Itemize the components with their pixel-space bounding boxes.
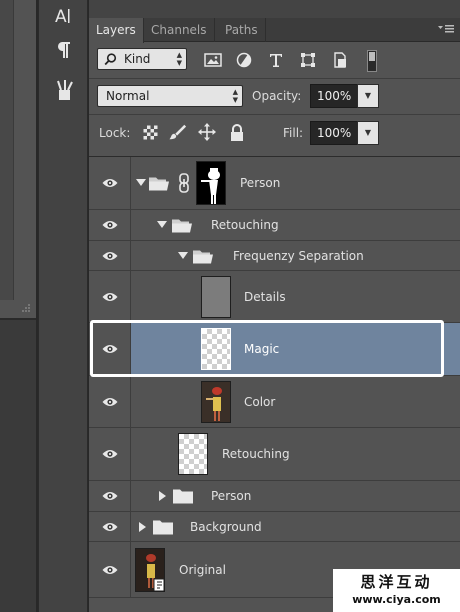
visibility-eye-icon[interactable] xyxy=(89,542,131,597)
lock-row: Lock: Fill: 100% ▼ xyxy=(89,118,460,150)
panel-dock-icons: A xyxy=(38,0,88,612)
visibility-eye-icon[interactable] xyxy=(89,271,131,322)
visibility-eye-icon[interactable] xyxy=(89,428,131,480)
visibility-eye-icon[interactable] xyxy=(89,210,131,240)
select-arrows-icon: ▲ ▼ xyxy=(176,51,182,67)
layer-name: Retouching xyxy=(222,447,290,461)
folder-closed-icon xyxy=(173,489,193,504)
layer-name: Person xyxy=(240,176,281,190)
visibility-eye-icon[interactable] xyxy=(89,323,131,375)
filter-kind-select[interactable]: Kind ▲ ▼ xyxy=(97,48,187,70)
panel-scrollbar-track[interactable] xyxy=(0,0,14,300)
opacity-input[interactable]: 100% xyxy=(310,84,358,108)
visibility-eye-icon[interactable] xyxy=(89,481,131,511)
visibility-eye-icon[interactable] xyxy=(89,157,131,209)
layer-name: Original xyxy=(179,562,226,577)
expand-arrow-right-icon[interactable] xyxy=(138,521,148,532)
layer-row-retouching-group[interactable]: Retouching xyxy=(89,210,460,241)
watermark: 思洋互动 www.ciya.com xyxy=(333,569,460,612)
opacity-dropdown-button[interactable]: ▼ xyxy=(357,84,379,108)
opacity-label: Opacity: xyxy=(252,89,302,103)
layer-row-color[interactable]: Color xyxy=(89,376,460,428)
shape-layer-filter-icon[interactable] xyxy=(298,51,318,69)
expand-arrow-down-icon[interactable] xyxy=(178,251,188,261)
expand-arrow-right-icon[interactable] xyxy=(158,491,168,501)
blend-mode-select[interactable]: Normal ▲ ▼ xyxy=(97,85,243,107)
layer-row-person-subgroup[interactable]: Person xyxy=(89,481,460,512)
panel-tab-bar: Layers Channels Paths xyxy=(89,0,460,43)
layer-mask-thumbnail xyxy=(196,161,226,205)
layer-name: Person xyxy=(211,489,252,503)
search-icon xyxy=(104,53,117,66)
tab-layers[interactable]: Layers xyxy=(89,18,144,43)
layer-name: Retouching xyxy=(211,218,279,232)
layer-row-magic-selected[interactable]: Magic xyxy=(89,323,460,376)
fill-dropdown-button[interactable]: ▼ xyxy=(357,121,379,145)
layer-thumbnail xyxy=(201,328,231,370)
workspace-lower-area xyxy=(0,318,36,612)
filter-kind-label: Kind xyxy=(124,52,151,66)
layer-row-frequency-separation-group[interactable]: Frequenzy Separation xyxy=(89,241,460,271)
layer-row-person-group[interactable]: Person xyxy=(89,157,460,210)
blend-row: Normal ▲ ▼ Opacity: 100% ▼ xyxy=(89,82,460,112)
folder-open-icon xyxy=(172,219,192,233)
lock-label: Lock: xyxy=(99,126,131,140)
layer-name: Background xyxy=(190,519,262,534)
visibility-eye-icon[interactable] xyxy=(89,376,131,427)
smart-object-filter-icon[interactable] xyxy=(330,51,350,69)
visibility-eye-icon[interactable] xyxy=(89,512,131,541)
layer-thumbnail xyxy=(178,433,208,475)
folder-open-icon xyxy=(149,177,169,191)
paragraph-panel-icon[interactable] xyxy=(49,36,79,64)
layer-thumbnail xyxy=(201,380,231,423)
layer-row-background-group[interactable]: Background xyxy=(89,512,460,542)
lock-transparent-pixels-icon[interactable] xyxy=(141,123,159,141)
mask-link-icon[interactable] xyxy=(178,173,190,193)
tab-paths[interactable]: Paths xyxy=(218,18,266,42)
select-arrows-icon: ▲ ▼ xyxy=(232,88,238,104)
workspace-edge xyxy=(0,0,36,612)
svg-text:A: A xyxy=(55,7,67,27)
expand-arrow-down-icon[interactable] xyxy=(157,220,167,230)
resize-grip-icon[interactable] xyxy=(20,302,32,314)
adjustment-layer-filter-icon[interactable] xyxy=(234,51,254,69)
layer-name: Color xyxy=(244,394,276,409)
lock-image-pixels-icon[interactable] xyxy=(169,123,187,141)
layers-list: Person Retouching Frequenzy Separation D… xyxy=(89,156,460,612)
visibility-eye-icon[interactable] xyxy=(89,241,131,270)
lock-all-icon[interactable] xyxy=(228,123,246,141)
blend-mode-value: Normal xyxy=(106,89,150,103)
tool-presets-panel-icon[interactable] xyxy=(49,76,79,104)
folder-open-icon xyxy=(193,250,213,263)
fill-input[interactable]: 100% xyxy=(310,121,358,145)
tab-channels[interactable]: Channels xyxy=(144,18,215,42)
folder-closed-icon xyxy=(153,520,173,534)
layer-name: Magic xyxy=(244,342,280,356)
layer-thumbnail xyxy=(135,547,165,592)
layer-name: Frequenzy Separation xyxy=(233,248,364,263)
layer-row-retouching[interactable]: Retouching xyxy=(89,428,460,481)
filter-toggle-switch[interactable] xyxy=(367,50,377,72)
layer-name: Details xyxy=(244,289,286,304)
pixel-layer-filter-icon[interactable] xyxy=(203,51,223,69)
fill-label: Fill: xyxy=(283,126,304,140)
character-panel-icon[interactable]: A xyxy=(49,2,79,30)
panel-menu-icon[interactable] xyxy=(436,22,456,36)
layer-filter-row: Kind ▲ ▼ xyxy=(89,46,460,74)
lock-position-icon[interactable] xyxy=(198,123,216,141)
watermark-title: 思洋互动 xyxy=(360,573,433,591)
watermark-url: www.ciya.com xyxy=(352,593,441,606)
type-layer-filter-icon[interactable] xyxy=(266,51,286,69)
layer-thumbnail xyxy=(201,275,231,318)
layers-panel: Layers Channels Paths Kind ▲ ▼ Normal ▲ … xyxy=(89,0,460,612)
expand-arrow-down-icon[interactable] xyxy=(136,178,146,188)
layer-row-details[interactable]: Details xyxy=(89,271,460,323)
